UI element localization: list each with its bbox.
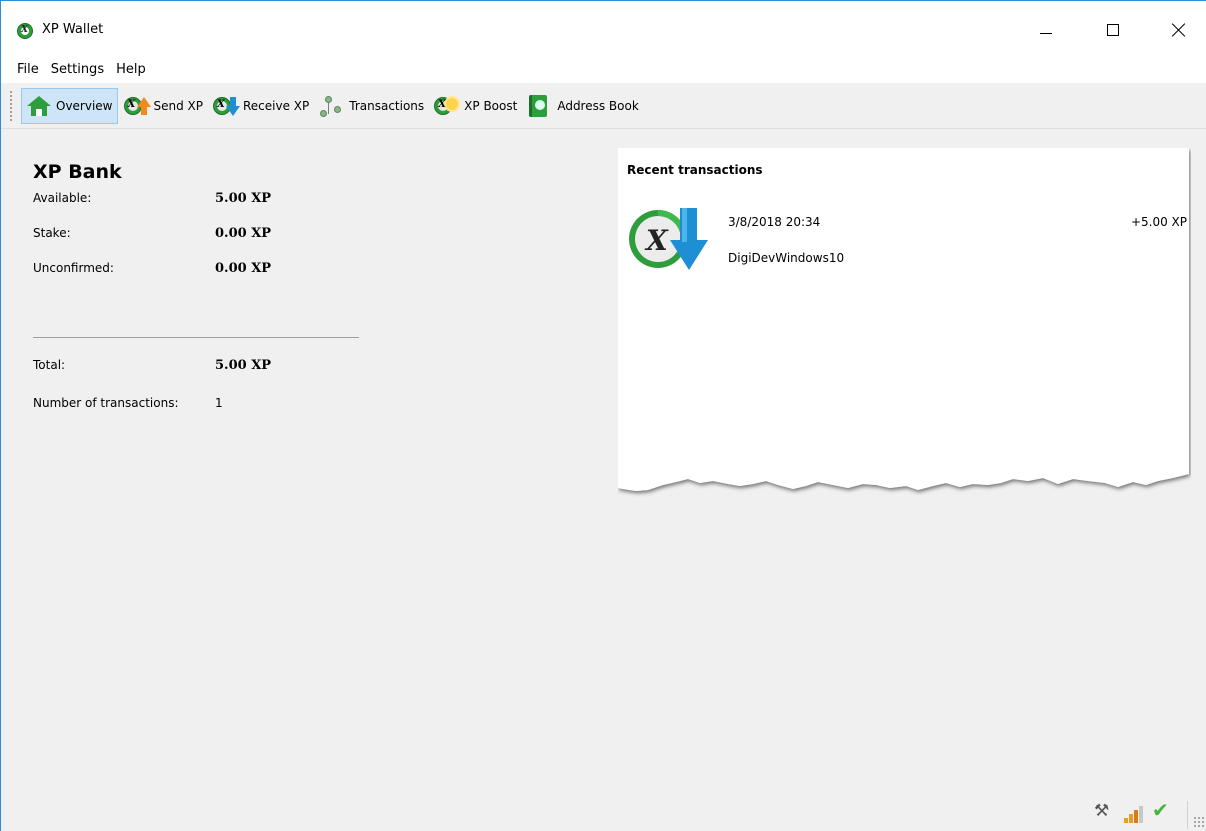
- stake-row: Stake: 0.00 XP: [33, 226, 363, 261]
- maximize-button[interactable]: [1090, 13, 1136, 47]
- send-xp-tab-label: Send XP: [153, 98, 204, 113]
- minimize-icon: [1040, 32, 1052, 34]
- menu-bar: File Settings Help: [1, 55, 1206, 83]
- receive-xp-icon: X: [213, 94, 240, 118]
- xp-boost-icon: X: [434, 94, 460, 118]
- unconfirmed-row: Unconfirmed: 0.00 XP: [33, 261, 363, 296]
- menu-help[interactable]: Help: [110, 60, 152, 79]
- xp-logo-icon: X: [17, 23, 33, 39]
- title-bar[interactable]: X XP Wallet: [1, 1, 1206, 55]
- transaction-count-row: Number of transactions: 1: [33, 396, 363, 431]
- maximize-icon: [1107, 24, 1119, 36]
- total-value: 5.00 XP: [215, 358, 272, 373]
- send-xp-icon: X: [123, 94, 151, 118]
- transaction-date: 3/8/2018 20:34: [728, 215, 821, 229]
- recent-transactions-title: Recent transactions: [627, 163, 763, 177]
- recent-transactions-panel: Recent transactions X 3/8/2018 20:34 +5.…: [618, 148, 1191, 498]
- unconfirmed-value: 0.00 XP: [215, 261, 272, 276]
- overview-tab-label: Overview: [56, 98, 113, 113]
- balance-divider: [33, 337, 359, 338]
- torn-paper-background: [618, 148, 1189, 491]
- transaction-label: DigiDevWindows10: [728, 251, 845, 265]
- resize-grip[interactable]: [1193, 816, 1205, 828]
- transactions-tab-label: Transactions: [349, 98, 425, 113]
- status-separator: [1187, 801, 1188, 829]
- transaction-count-label: Number of transactions:: [33, 396, 179, 410]
- total-row: Total: 5.00 XP: [33, 358, 363, 393]
- menu-settings[interactable]: Settings: [45, 60, 110, 79]
- close-button[interactable]: [1156, 13, 1202, 47]
- status-bar: ⚒ ✔: [1091, 798, 1201, 827]
- available-value: 5.00 XP: [215, 191, 272, 206]
- address-book-icon: [527, 94, 553, 118]
- close-icon: [1172, 23, 1186, 37]
- menu-file[interactable]: File: [11, 60, 45, 79]
- app-window: X XP Wallet File Settings Help Overview …: [0, 0, 1206, 831]
- transactions-icon: [319, 94, 345, 118]
- available-row: Available: 5.00 XP: [33, 191, 363, 226]
- svg-text:X: X: [644, 224, 669, 257]
- xp-boost-tab-label: XP Boost: [464, 98, 518, 113]
- toolbar: Overview X Send XP X Receive XP Transact…: [1, 83, 1206, 129]
- address-book-tab-label: Address Book: [557, 98, 639, 113]
- unconfirmed-label: Unconfirmed:: [33, 261, 114, 275]
- receive-xp-tab[interactable]: X Receive XP: [209, 88, 313, 124]
- window-title: XP Wallet: [42, 22, 104, 37]
- transaction-amount: +5.00 XP: [1130, 215, 1187, 229]
- balance-panel: XP Bank Available: 5.00 XP Stake: 0.00 X…: [33, 161, 363, 410]
- transactions-tab[interactable]: Transactions: [315, 88, 428, 124]
- synced-check-icon[interactable]: ✔: [1152, 798, 1169, 822]
- signal-icon[interactable]: [1124, 805, 1143, 823]
- address-book-tab[interactable]: Address Book: [523, 88, 642, 124]
- transaction-count-value: 1: [215, 396, 223, 410]
- available-label: Available:: [33, 191, 92, 205]
- home-icon: [26, 94, 52, 118]
- tools-icon[interactable]: ⚒: [1094, 801, 1109, 821]
- xp-boost-tab[interactable]: X XP Boost: [430, 88, 521, 124]
- receive-xp-tab-label: Receive XP: [243, 98, 310, 113]
- bank-title: XP Bank: [33, 161, 122, 183]
- receive-transaction-icon: X: [629, 208, 708, 270]
- stake-label: Stake:: [33, 226, 71, 240]
- send-xp-tab[interactable]: X Send XP: [120, 88, 208, 124]
- minimize-button[interactable]: [1023, 13, 1069, 47]
- toolbar-grip[interactable]: [9, 89, 13, 122]
- stake-value: 0.00 XP: [215, 226, 272, 241]
- overview-tab[interactable]: Overview: [21, 87, 118, 124]
- total-label: Total:: [33, 358, 66, 372]
